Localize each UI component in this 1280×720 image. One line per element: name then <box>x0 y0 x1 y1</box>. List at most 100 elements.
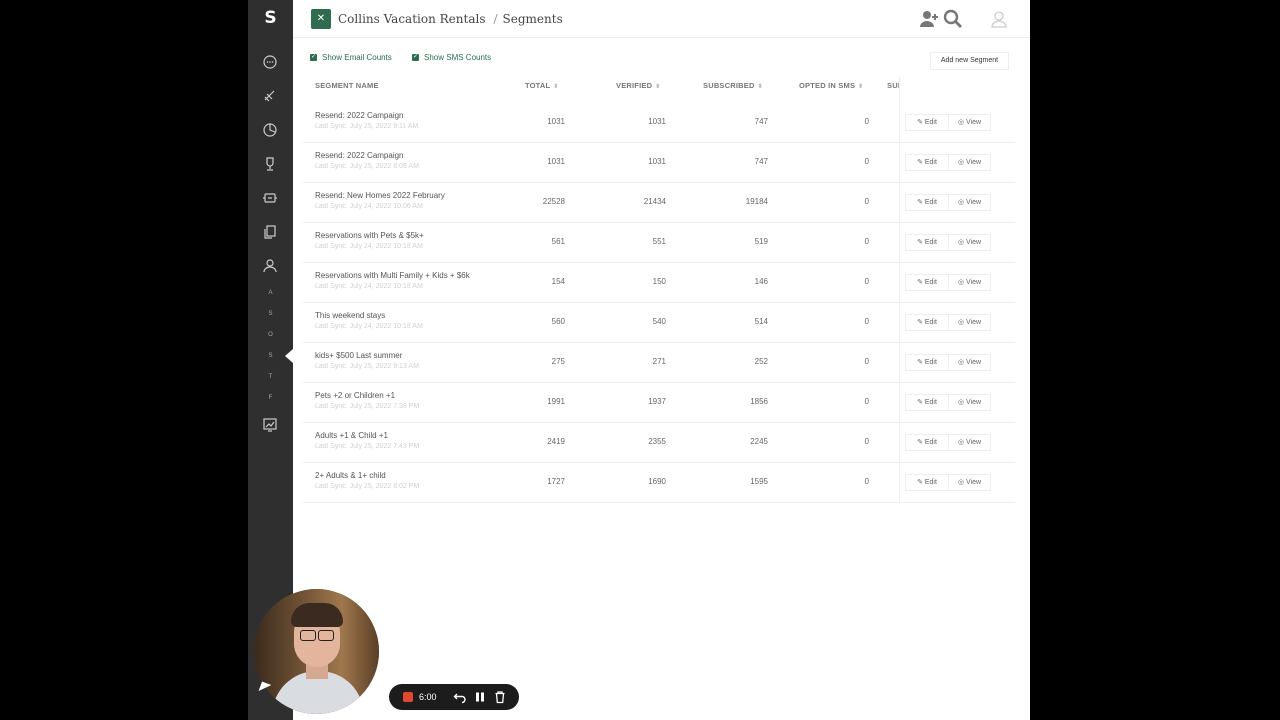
undo-icon[interactable] <box>453 690 467 704</box>
view-button[interactable]: ◎ View <box>949 235 990 250</box>
col-verified[interactable]: VERIFIED ⬍ <box>616 81 660 90</box>
account-badge[interactable]: ✕ <box>311 9 331 29</box>
total-count: 1031 <box>547 117 565 126</box>
rail-letter[interactable]: S <box>248 311 293 317</box>
segment-name[interactable]: Resend: 2022 Campaign <box>315 111 404 120</box>
reports-icon[interactable] <box>262 417 278 433</box>
edit-button[interactable]: ✎ Edit <box>906 355 949 370</box>
email-counts-toggle[interactable]: ✓ Show Email Counts <box>310 53 392 62</box>
col-segment-name[interactable]: SEGMENT NAME <box>315 81 379 90</box>
webcam-bubble[interactable] <box>254 589 379 714</box>
total-count: 561 <box>551 237 565 246</box>
rail-letter[interactable]: A <box>248 290 293 296</box>
col-opted-sms[interactable]: OPTED IN SMS ⬍ <box>799 81 863 90</box>
subscribed-count: 252 <box>754 357 768 366</box>
edit-button[interactable]: ✎ Edit <box>906 315 949 330</box>
user-profile-icon[interactable] <box>988 8 1010 30</box>
col-total[interactable]: TOTAL ⬍ <box>525 81 559 90</box>
segment-name[interactable]: Adults +1 & Child +1 <box>315 431 388 440</box>
templates-icon[interactable] <box>262 224 278 240</box>
edit-button[interactable]: ✎ Edit <box>906 155 949 170</box>
view-button[interactable]: ◎ View <box>949 195 990 210</box>
trophy-icon[interactable] <box>262 156 278 172</box>
edit-button[interactable]: ✎ Edit <box>906 435 949 450</box>
view-button[interactable]: ◎ View <box>949 155 990 170</box>
subscribed-count: 146 <box>754 277 768 286</box>
edit-label: Edit <box>924 239 937 246</box>
contacts-icon[interactable] <box>262 258 278 274</box>
edit-button[interactable]: ✎ Edit <box>906 275 949 290</box>
eye-icon: ◎ <box>957 119 966 126</box>
view-button[interactable]: ◎ View <box>949 115 990 130</box>
app-logo[interactable]: S <box>248 8 293 28</box>
segment-name[interactable]: kids+ $500 Last summer <box>315 351 402 360</box>
segment-name[interactable]: Reservations with Pets & $5k+ <box>315 231 424 240</box>
edit-button[interactable]: ✎ Edit <box>906 195 949 210</box>
total-count: 2419 <box>547 437 565 446</box>
edit-label: Edit <box>924 399 937 406</box>
view-button[interactable]: ◎ View <box>949 475 990 490</box>
opted-sms-count: 0 <box>864 277 869 286</box>
edit-button[interactable]: ✎ Edit <box>906 115 949 130</box>
segment-name[interactable]: Resend: New Homes 2022 February <box>315 191 445 200</box>
view-button[interactable]: ◎ View <box>949 435 990 450</box>
rail-letter[interactable]: F <box>248 395 293 401</box>
table-row[interactable]: Resend: 2022 Campaign Last Sync: July 25… <box>303 142 1015 183</box>
edit-label: Edit <box>924 359 937 366</box>
edit-button[interactable]: ✎ Edit <box>906 235 949 250</box>
view-button[interactable]: ◎ View <box>949 275 990 290</box>
sort-icon[interactable]: ⬍ <box>553 84 558 90</box>
eye-icon: ◎ <box>957 199 966 206</box>
opted-sms-count: 0 <box>864 237 869 246</box>
edit-button[interactable]: ✎ Edit <box>906 475 949 490</box>
rail-letter[interactable]: T <box>248 374 293 380</box>
col-label: TOTAL <box>525 81 551 90</box>
view-label: View <box>966 479 982 486</box>
stop-recording-button[interactable] <box>403 692 413 702</box>
table-row[interactable]: Reservations with Multi Family + Kids + … <box>303 262 1015 303</box>
pause-icon[interactable] <box>473 690 487 704</box>
sms-counts-toggle[interactable]: ✓ Show SMS Counts <box>412 53 491 62</box>
sort-icon[interactable]: ⬍ <box>758 84 763 90</box>
campaign-icon[interactable] <box>262 88 278 104</box>
add-user-icon[interactable] <box>918 8 940 30</box>
segment-name[interactable]: Pets +2 or Children +1 <box>315 391 395 400</box>
table-row[interactable]: kids+ $500 Last summer Last Sync: July 2… <box>303 342 1015 383</box>
chat-icon[interactable] <box>262 54 278 70</box>
segment-name[interactable]: Resend: 2022 Campaign <box>315 151 404 160</box>
sort-icon[interactable]: ⬍ <box>858 84 863 90</box>
verified-count: 540 <box>652 317 666 326</box>
last-sync: Last Sync: July 25, 2022 8:02 PM <box>315 483 420 490</box>
add-segment-button[interactable]: Add new Segment <box>930 52 1009 70</box>
last-sync: Last Sync: July 25, 2022 8:08 AM <box>315 163 419 170</box>
sort-icon[interactable]: ⬍ <box>655 84 660 90</box>
email-counts-checkbox[interactable]: ✓ <box>310 54 317 61</box>
search-icon[interactable] <box>942 8 964 30</box>
trash-icon[interactable] <box>493 690 507 704</box>
table-row[interactable]: Reservations with Pets & $5k+ Last Sync:… <box>303 222 1015 263</box>
rail-letter[interactable]: O <box>248 332 293 338</box>
sms-counts-checkbox[interactable]: ✓ <box>412 54 419 61</box>
verified-count: 1937 <box>648 397 666 406</box>
table-row[interactable]: Resend: 2022 Campaign Last Sync: July 25… <box>303 102 1015 143</box>
table-row[interactable]: Pets +2 or Children +1 Last Sync: July 2… <box>303 382 1015 423</box>
view-button[interactable]: ◎ View <box>949 355 990 370</box>
automation-icon[interactable] <box>262 190 278 206</box>
header: ✕ Collins Vacation Rentals / Segments <box>293 0 1030 38</box>
table-row[interactable]: This weekend stays Last Sync: July 24, 2… <box>303 302 1015 343</box>
table-row[interactable]: 2+ Adults & 1+ child Last Sync: July 25,… <box>303 462 1015 503</box>
table-row[interactable]: Resend: New Homes 2022 February Last Syn… <box>303 182 1015 223</box>
edit-label: Edit <box>924 159 937 166</box>
segment-name[interactable]: Reservations with Multi Family + Kids + … <box>315 271 470 280</box>
eye-icon: ◎ <box>957 479 966 486</box>
breadcrumb-account[interactable]: Collins Vacation Rentals <box>338 12 485 26</box>
segment-name[interactable]: 2+ Adults & 1+ child <box>315 471 386 480</box>
segment-name[interactable]: This weekend stays <box>315 311 385 320</box>
analytics-icon[interactable] <box>262 122 278 138</box>
table-row[interactable]: Adults +1 & Child +1 Last Sync: July 25,… <box>303 422 1015 463</box>
edit-button[interactable]: ✎ Edit <box>906 395 949 410</box>
last-sync: Last Sync: July 24, 2022 10:18 AM <box>315 283 423 290</box>
view-button[interactable]: ◎ View <box>949 395 990 410</box>
col-subscribed[interactable]: SUBSCRIBED ⬍ <box>703 81 763 90</box>
view-button[interactable]: ◎ View <box>949 315 990 330</box>
